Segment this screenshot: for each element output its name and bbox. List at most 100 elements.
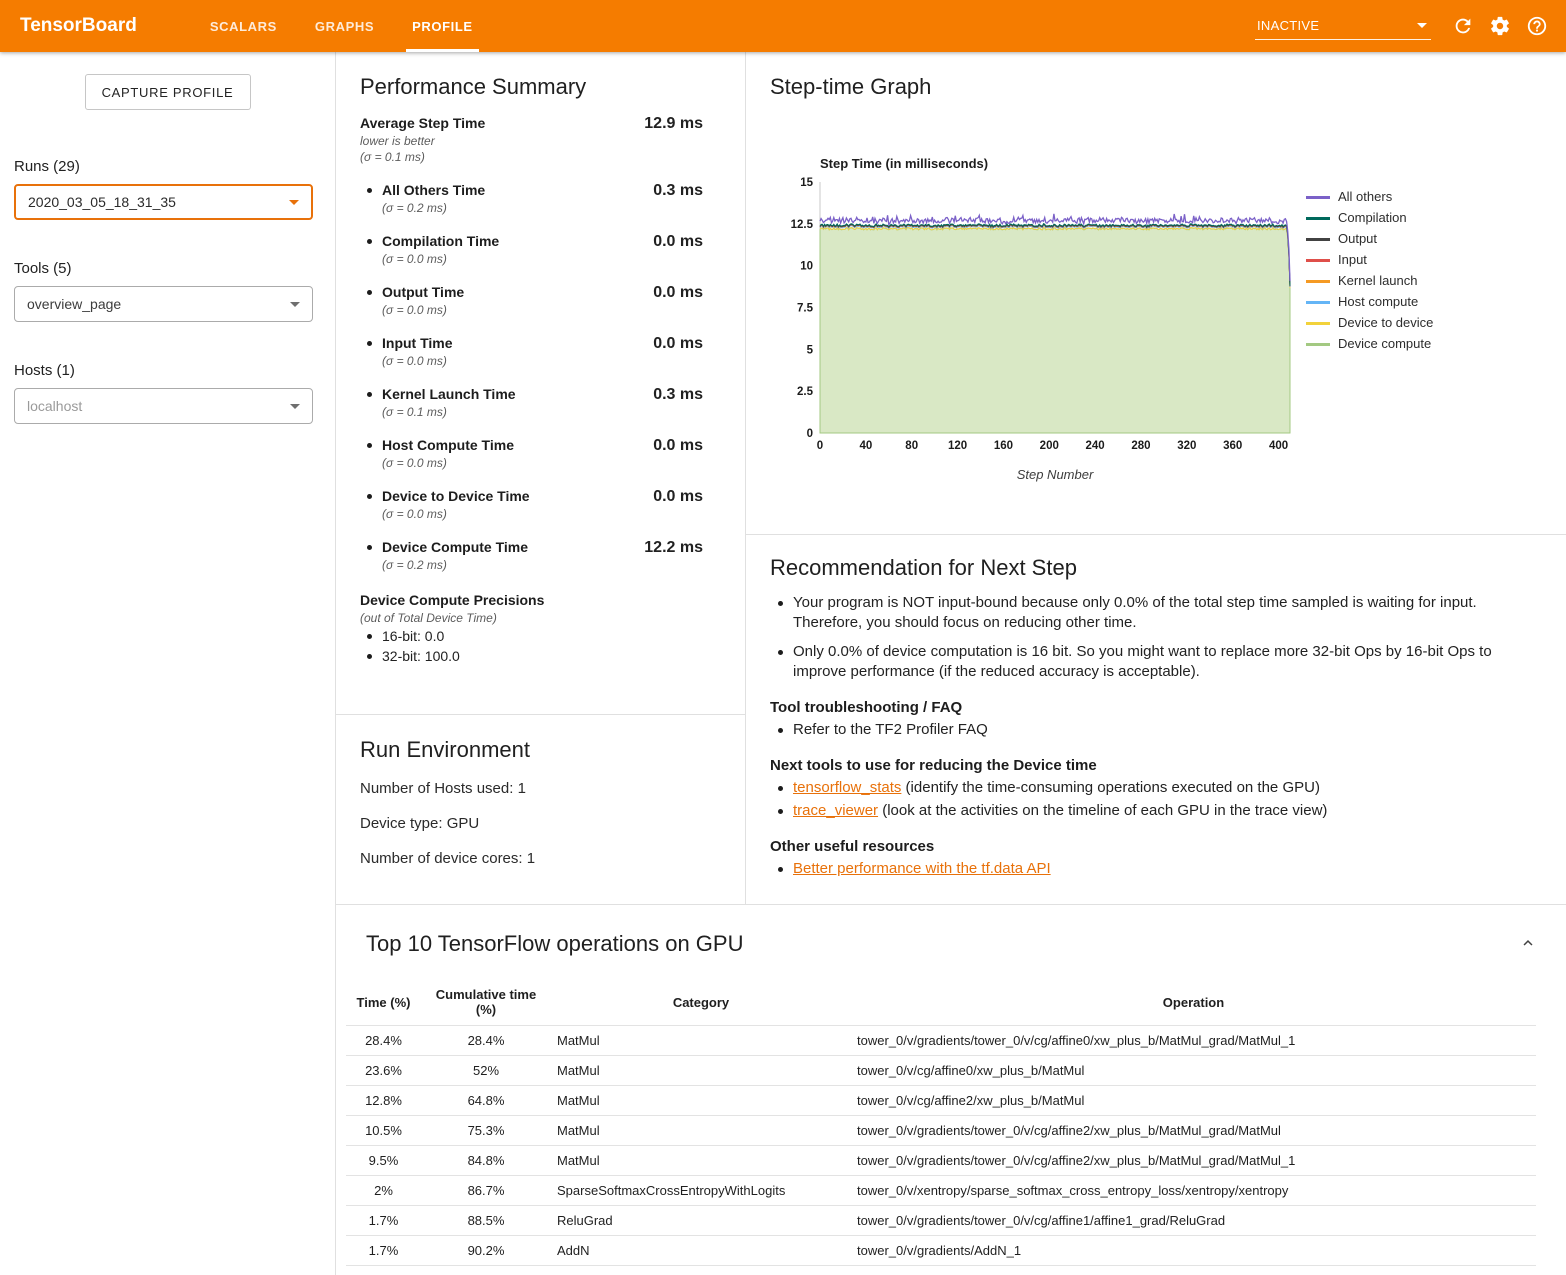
reload-status-dropdown[interactable]: INACTIVE	[1255, 13, 1431, 40]
ops-cell: 2%	[346, 1176, 421, 1206]
ops-cell: 10.5%	[346, 1116, 421, 1146]
legend-swatch	[1306, 343, 1330, 346]
chevron-down-icon	[290, 404, 300, 409]
hosts-select[interactable]: localhost	[14, 388, 313, 424]
ops-cell: MatMul	[551, 1026, 851, 1056]
metric-label: Compilation Time	[382, 232, 653, 251]
svg-text:80: 80	[905, 440, 918, 452]
bullet-dot	[778, 601, 783, 606]
hosts-group: Hosts (1) localhost	[14, 362, 335, 424]
ops-column-header: Cumulative time (%)	[421, 979, 551, 1026]
ops-cell: MatMul	[551, 1086, 851, 1116]
settings-gear-icon[interactable]	[1487, 13, 1513, 39]
ops-table-row: 12.8%64.8%MatMultower_0/v/cg/affine2/xw_…	[346, 1086, 1536, 1116]
ops-cell: tower_0/v/gradients/AddN_1	[851, 1236, 1536, 1266]
ops-cell: 75.3%	[421, 1116, 551, 1146]
app-title: TensorBoard	[20, 15, 137, 37]
tab-graphs[interactable]: GRAPHS	[296, 0, 393, 52]
ops-cell: 64.8%	[421, 1086, 551, 1116]
recommendation-subitem: tensorflow_stats (identify the time-cons…	[770, 778, 1542, 798]
svg-text:400: 400	[1269, 440, 1288, 452]
ops-table-row: 1.7%91.9%ApplyGradientDescentappend_appl…	[346, 1266, 1536, 1275]
legend-label: Device to device	[1338, 316, 1433, 330]
bullet-dot	[367, 392, 372, 397]
legend-label: Device compute	[1338, 337, 1431, 351]
top-ops-table: Time (%)Cumulative time (%)CategoryOpera…	[346, 979, 1536, 1275]
help-icon[interactable]	[1524, 13, 1550, 39]
metric-value: 12.2 ms	[644, 538, 721, 573]
chart-legend: All othersCompilationOutputInputKernel l…	[1306, 190, 1433, 482]
collapse-section-button[interactable]	[1518, 933, 1538, 953]
recommendation-link[interactable]: Better performance with the tf.data API	[793, 860, 1051, 877]
svg-text:7.5: 7.5	[797, 303, 814, 315]
runs-group: Runs (29) 2020_03_05_18_31_35	[14, 158, 335, 220]
tools-group: Tools (5) overview_page	[14, 260, 335, 322]
ops-cell: 91.9%	[421, 1266, 551, 1275]
tab-scalars[interactable]: SCALARS	[191, 0, 296, 52]
ops-cell: 28.4%	[421, 1026, 551, 1056]
ops-cell: 1.7%	[346, 1266, 421, 1275]
ops-cell: ReluGrad	[551, 1206, 851, 1236]
metric-value: 0.0 ms	[653, 334, 721, 369]
ops-cell: MatMul	[551, 1116, 851, 1146]
recommendation-heading: Tool troubleshooting / FAQ	[770, 698, 1542, 717]
recommendation-link[interactable]: trace_viewer	[793, 802, 878, 819]
legend-swatch	[1306, 196, 1330, 199]
chevron-down-icon	[289, 200, 299, 205]
tools-label: Tools (5)	[14, 260, 335, 277]
ops-table-row: 28.4%28.4%MatMultower_0/v/gradients/towe…	[346, 1026, 1536, 1056]
reload-status-value: INACTIVE	[1257, 18, 1319, 33]
performance-metric: Kernel Launch Time(σ = 0.1 ms)0.3 ms	[360, 385, 721, 420]
recommendation-link[interactable]: tensorflow_stats	[793, 779, 901, 796]
legend-item: Input	[1306, 253, 1433, 267]
svg-text:280: 280	[1131, 440, 1150, 452]
legend-item: All others	[1306, 190, 1433, 204]
bullet-dot	[367, 494, 372, 499]
svg-text:200: 200	[1040, 440, 1059, 452]
performance-metric: Device Compute Time(σ = 0.2 ms)12.2 ms	[360, 538, 721, 573]
ops-cell: tower_0/v/gradients/tower_0/v/cg/affine1…	[851, 1206, 1536, 1236]
tools-select[interactable]: overview_page	[14, 286, 313, 322]
ops-cell: MatMul	[551, 1146, 851, 1176]
ops-cell: 1.7%	[346, 1206, 421, 1236]
recommendation-text: Only 0.0% of device computation is 16 bi…	[793, 642, 1542, 682]
metric-value: 12.9 ms	[644, 114, 721, 165]
metric-label: Output Time	[382, 283, 653, 302]
ops-cell: tower_0/v/gradients/tower_0/v/cg/affine2…	[851, 1116, 1536, 1146]
legend-label: Compilation	[1338, 211, 1407, 225]
ops-cell: 1.7%	[346, 1236, 421, 1266]
run-environment-line: Number of device cores: 1	[360, 849, 721, 868]
run-environment-card: Run Environment Number of Hosts used: 1D…	[336, 715, 745, 904]
recommendation-subitem: trace_viewer (look at the activities on …	[770, 801, 1542, 821]
performance-metric: Output Time(σ = 0.0 ms)0.0 ms	[360, 283, 721, 318]
capture-profile-button[interactable]: CAPTURE PROFILE	[85, 74, 251, 110]
step-time-graph-card: Step-time Graph Step Time (in millisecon…	[746, 52, 1566, 535]
ops-cell: tower_0/v/cg/affine2/xw_plus_b/MatMul	[851, 1086, 1536, 1116]
hosts-label: Hosts (1)	[14, 362, 335, 379]
appbar-actions: INACTIVE	[1255, 13, 1550, 40]
ops-table-head-row: Time (%)Cumulative time (%)CategoryOpera…	[346, 979, 1536, 1026]
ops-table-row: 1.7%88.5%ReluGradtower_0/v/gradients/tow…	[346, 1206, 1536, 1236]
step-time-graph-title: Step-time Graph	[770, 74, 1542, 100]
recommendation-text: Your program is NOT input-bound because …	[793, 593, 1542, 633]
chevron-down-icon	[290, 302, 300, 307]
ops-cell: 52%	[421, 1056, 551, 1086]
ops-table-row: 23.6%52%MatMultower_0/v/cg/affine0/xw_pl…	[346, 1056, 1536, 1086]
ops-cell: AddN	[551, 1236, 851, 1266]
metric-sigma: (σ = 0.1 ms)	[360, 149, 644, 165]
recommendation-heading: Next tools to use for reducing the Devic…	[770, 756, 1542, 775]
sidebar: CAPTURE PROFILE Runs (29) 2020_03_05_18_…	[0, 52, 335, 1275]
bullet-dot	[367, 654, 372, 659]
ops-cell: 84.8%	[421, 1146, 551, 1176]
svg-text:360: 360	[1223, 440, 1242, 452]
performance-metric: All Others Time(σ = 0.2 ms)0.3 ms	[360, 181, 721, 216]
legend-item: Output	[1306, 232, 1433, 246]
recommendation-bullet: Only 0.0% of device computation is 16 bi…	[770, 642, 1542, 682]
performance-metric: Compilation Time(σ = 0.0 ms)0.0 ms	[360, 232, 721, 267]
svg-text:320: 320	[1177, 440, 1196, 452]
refresh-icon[interactable]	[1450, 13, 1476, 39]
runs-select[interactable]: 2020_03_05_18_31_35	[14, 184, 313, 220]
svg-text:0: 0	[817, 440, 823, 452]
tab-profile[interactable]: PROFILE	[393, 0, 492, 52]
metric-sigma: (σ = 0.0 ms)	[382, 353, 653, 369]
